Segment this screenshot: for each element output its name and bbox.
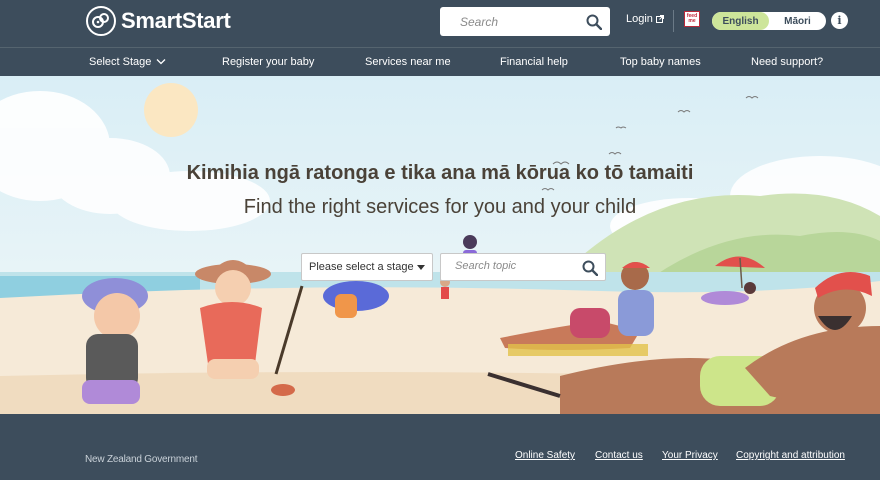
smartstart-logo-icon: [86, 6, 116, 36]
search-icon[interactable]: [582, 260, 599, 277]
footer-link-online-safety[interactable]: Online Safety: [515, 450, 575, 461]
footer-link-your-privacy[interactable]: Your Privacy: [662, 450, 718, 461]
info-icon[interactable]: i: [831, 12, 848, 29]
nz-government-logo[interactable]: New Zealand Government: [85, 454, 198, 465]
topic-search-input[interactable]: [455, 260, 575, 272]
smartstart-logo[interactable]: SmartStart: [86, 6, 231, 36]
feed-me-label: feed me: [686, 13, 698, 24]
hero-title-english: Find the right services for you and your…: [243, 196, 637, 218]
nav-services-near-me[interactable]: Services near me: [365, 56, 451, 68]
login-link[interactable]: Login: [626, 13, 664, 25]
site-header: SmartStart Login feed me English: [0, 0, 880, 47]
beach-illustration: [0, 83, 880, 414]
language-toggle: English Māori: [712, 12, 826, 30]
login-label: Login: [626, 13, 653, 25]
caret-down-icon: [417, 265, 425, 270]
site-search: [440, 7, 610, 36]
footer-link-copyright[interactable]: Copyright and attribution: [736, 450, 845, 461]
chevron-down-icon: [156, 59, 166, 65]
hero-banner: Kimihia ngā ratonga e tika ana mā kōrua …: [0, 76, 880, 414]
nav-select-stage[interactable]: Select Stage: [89, 56, 166, 68]
topic-search: [440, 253, 606, 281]
stage-select-value: Please select a stage: [309, 261, 414, 273]
language-english[interactable]: English: [712, 12, 769, 30]
site-search-input[interactable]: [460, 14, 596, 29]
nav-top-baby-names[interactable]: Top baby names: [620, 56, 701, 68]
nav-financial-help[interactable]: Financial help: [500, 56, 568, 68]
logo-text: SmartStart: [121, 8, 231, 33]
language-maori[interactable]: Māori: [769, 12, 826, 30]
external-link-icon: [655, 15, 664, 23]
stage-select[interactable]: Please select a stage: [301, 253, 433, 281]
hero-title-maori: Kimihia ngā ratonga e tika ana mā kōrua …: [186, 162, 694, 184]
header-divider: [673, 10, 674, 32]
search-icon[interactable]: [584, 12, 604, 32]
nav-register-baby[interactable]: Register your baby: [222, 56, 314, 68]
smartstart-homepage: SmartStart Login feed me English: [0, 0, 880, 480]
main-nav: Select Stage Register your baby Services…: [0, 47, 880, 76]
site-footer: New Zealand Government Online Safety Con…: [0, 414, 880, 480]
nav-need-support[interactable]: Need support?: [751, 56, 823, 68]
feed-me-logo[interactable]: feed me: [684, 11, 700, 27]
nav-select-stage-label: Select Stage: [89, 56, 152, 68]
footer-link-contact-us[interactable]: Contact us: [595, 450, 643, 461]
